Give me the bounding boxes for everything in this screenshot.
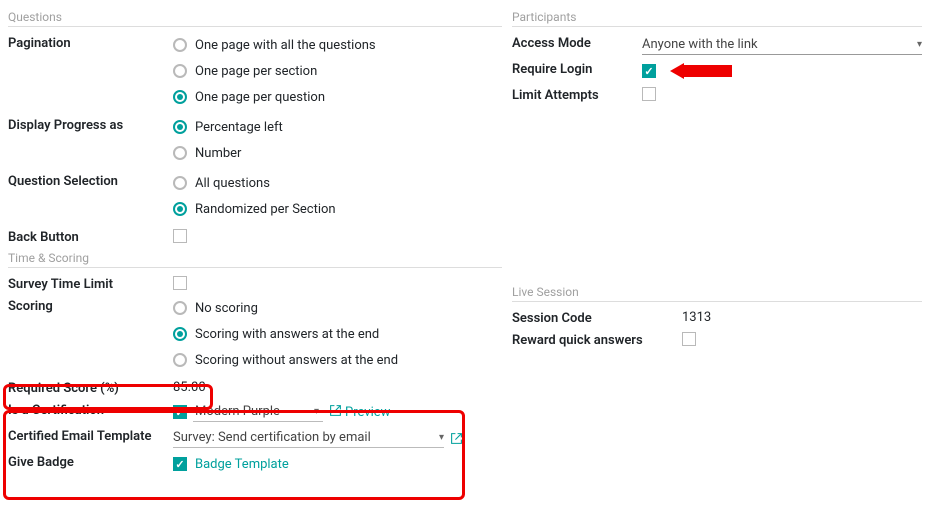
radio-label: Percentage left [195, 120, 283, 135]
access-mode-select[interactable]: Anyone with the link ▾ [642, 35, 922, 55]
checkbox-give-badge[interactable] [173, 457, 187, 471]
checkbox-reward-quick-answers[interactable] [682, 332, 696, 346]
radio-scoring-with[interactable] [173, 327, 187, 341]
radio-label: Number [195, 146, 241, 161]
open-email-template-link[interactable] [450, 432, 463, 445]
label-access-mode: Access Mode [512, 35, 642, 51]
chevron-down-icon: ▾ [314, 406, 319, 417]
access-mode-value: Anyone with the link [642, 37, 758, 52]
preview-label: Preview [345, 405, 390, 420]
section-header-questions: Questions [8, 10, 502, 27]
label-question-selection: Question Selection [8, 173, 173, 189]
label-require-login: Require Login [512, 61, 642, 77]
radio-label: All questions [195, 176, 270, 191]
label-display-progress: Display Progress as [8, 117, 173, 133]
checkbox-back-button[interactable] [173, 229, 187, 243]
certification-template-select[interactable]: Modern Purple ▾ [193, 402, 323, 422]
label-back-button: Back Button [8, 229, 173, 245]
label-certified-email-template: Certified Email Template [8, 428, 173, 445]
radio-selection-all[interactable] [173, 176, 187, 190]
radio-pagination-section[interactable] [173, 64, 187, 78]
radio-progress-percent[interactable] [173, 120, 187, 134]
section-header-time-scoring: Time & Scoring [8, 251, 502, 268]
chevron-down-icon: ▾ [917, 39, 922, 50]
label-give-badge: Give Badge [8, 454, 173, 470]
checkbox-limit-attempts[interactable] [642, 87, 656, 101]
label-scoring: Scoring [8, 298, 173, 314]
chevron-down-icon: ▾ [439, 432, 444, 443]
email-template-value: Survey: Send certification by email [173, 430, 371, 445]
radio-label: One page with all the questions [195, 38, 376, 53]
radio-pagination-all[interactable] [173, 38, 187, 52]
radio-selection-random[interactable] [173, 202, 187, 216]
label-required-score: Required Score (%) [8, 380, 173, 396]
label-survey-time-limit: Survey Time Limit [8, 276, 173, 292]
label-pagination: Pagination [8, 35, 173, 51]
session-code-value[interactable]: 1313 [682, 310, 922, 325]
label-limit-attempts: Limit Attempts [512, 87, 642, 103]
radio-label: Scoring with answers at the end [195, 327, 379, 342]
section-header-participants: Participants [512, 10, 922, 27]
annotation-arrow-icon [670, 63, 734, 79]
label-reward-quick-answers: Reward quick answers [512, 332, 682, 348]
external-link-icon [329, 404, 342, 421]
email-template-select[interactable]: Survey: Send certification by email ▾ [173, 428, 444, 448]
radio-scoring-without[interactable] [173, 353, 187, 367]
checkbox-require-login[interactable] [642, 64, 656, 78]
radio-progress-number[interactable] [173, 146, 187, 160]
section-header-live-session: Live Session [512, 285, 922, 302]
checkbox-is-certification[interactable] [173, 405, 187, 419]
radio-label: No scoring [195, 301, 258, 316]
preview-link[interactable]: Preview [329, 404, 390, 421]
badge-template-link[interactable]: Badge Template [195, 457, 289, 472]
radio-pagination-question[interactable] [173, 90, 187, 104]
required-score-value[interactable]: 85.00 [173, 380, 502, 395]
certification-template-value: Modern Purple [195, 404, 280, 419]
radio-label: Randomized per Section [195, 202, 336, 217]
radio-label: One page per section [195, 64, 317, 79]
radio-label: One page per question [195, 90, 325, 105]
label-is-certification: Is a Certification [8, 402, 173, 418]
label-session-code: Session Code [512, 310, 682, 326]
radio-label: Scoring without answers at the end [195, 353, 398, 368]
checkbox-time-limit[interactable] [173, 276, 187, 290]
radio-scoring-none[interactable] [173, 301, 187, 315]
